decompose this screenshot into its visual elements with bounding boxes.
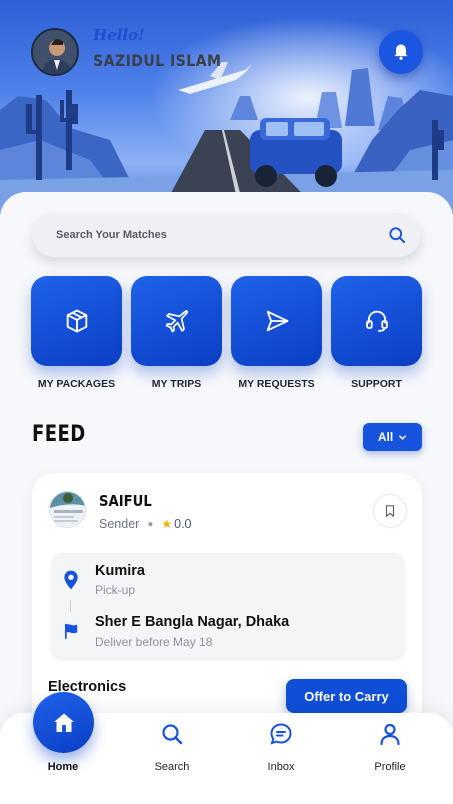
bell-icon	[394, 44, 408, 60]
location-pin-icon	[64, 570, 78, 590]
my-requests-button[interactable]	[231, 276, 322, 366]
sender-name: SAIFUL	[99, 492, 152, 510]
send-icon	[266, 310, 288, 332]
action-label: SUPPORT	[351, 378, 402, 390]
airplane-icon	[165, 310, 188, 333]
sender-meta: Sender ● ★ 0.0	[99, 517, 192, 531]
nav-item-home[interactable]	[33, 692, 94, 753]
nav-label-home: Home	[47, 761, 79, 773]
nav-label: Profile	[374, 761, 406, 773]
action-label: MY TRIPS	[151, 378, 202, 390]
star-icon: ★	[161, 517, 173, 531]
feed-card[interactable]: SAIFUL Sender ● ★ 0.0 Kumira Pick-up She…	[32, 473, 422, 733]
home-icon	[53, 713, 74, 732]
notifications-button[interactable]	[379, 30, 423, 74]
bookmark-icon	[385, 505, 395, 517]
pickup-label: Pick-up	[95, 583, 136, 597]
user-icon	[380, 723, 400, 746]
route-connector	[70, 600, 71, 612]
action-support[interactable]: SUPPORT	[331, 276, 422, 390]
action-my-trips[interactable]: MY TRIPS	[131, 276, 222, 390]
quick-actions: MY PACKAGES MY TRIPS MY REQUESTS SUPPORT	[31, 276, 423, 390]
package-icon	[66, 309, 87, 333]
nav-label: Inbox	[267, 761, 295, 773]
chevron-down-icon	[399, 434, 407, 440]
action-my-requests[interactable]: MY REQUESTS	[231, 276, 322, 390]
flag-icon	[64, 623, 78, 639]
support-button[interactable]	[331, 276, 422, 366]
search-icon	[162, 724, 183, 745]
filter-label: All	[377, 430, 394, 444]
nav-label: Search	[154, 761, 190, 773]
sender-role: Sender	[99, 517, 140, 531]
my-trips-button[interactable]	[131, 276, 222, 366]
search-input[interactable]: Search Your Matches	[56, 229, 387, 241]
headset-icon	[365, 310, 388, 332]
pickup-place: Kumira	[95, 563, 145, 579]
route-details: Kumira Pick-up Sher E Bangla Nagar, Dhak…	[50, 553, 406, 661]
offer-to-carry-button[interactable]: Offer to Carry	[286, 679, 407, 713]
sender-avatar	[49, 491, 86, 528]
action-label: MY REQUESTS	[238, 378, 315, 390]
action-label: MY PACKAGES	[37, 378, 116, 390]
search-bar[interactable]: Search Your Matches	[32, 213, 421, 257]
action-my-packages[interactable]: MY PACKAGES	[31, 276, 122, 390]
my-packages-button[interactable]	[31, 276, 122, 366]
bookmark-button[interactable]	[373, 494, 407, 528]
feed-title: FEED	[32, 422, 86, 447]
greeting-text: Hello!	[93, 26, 145, 44]
search-icon[interactable]	[387, 225, 407, 245]
user-avatar[interactable]	[31, 28, 79, 76]
sender-rating: 0.0	[174, 517, 192, 531]
user-name: SAZIDUL ISLAM	[93, 51, 222, 70]
feed-filter-dropdown[interactable]: All	[363, 423, 422, 451]
chat-icon	[270, 723, 292, 745]
separator-dot: ●	[147, 518, 154, 530]
dropoff-deadline: Deliver before May 18	[95, 635, 213, 649]
sender-photo-icon	[50, 492, 85, 527]
dropoff-place: Sher E Bangla Nagar, Dhaka	[95, 614, 290, 630]
